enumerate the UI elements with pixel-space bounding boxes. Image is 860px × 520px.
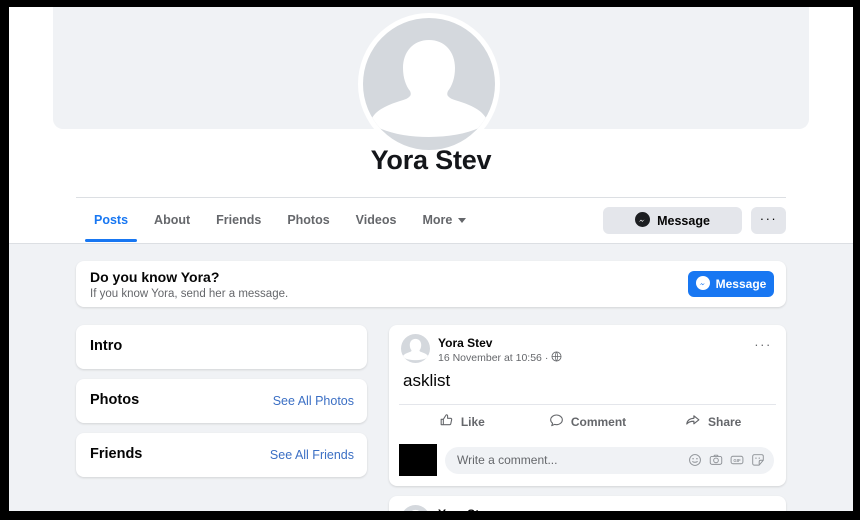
photos-title: Photos [90,392,139,408]
do-you-know-title: Do you know Yora? [90,269,219,285]
message-button[interactable]: Message [603,207,742,234]
post-action-bar: Like Comment [399,404,776,438]
messenger-icon [635,212,650,230]
post-author-name[interactable]: Yora Stev [438,336,492,350]
comment-input-icons: GIF [688,447,765,474]
tab-friends[interactable]: Friends [203,198,274,242]
default-female-avatar-icon [363,18,495,150]
svg-text:GIF: GIF [733,458,741,463]
share-button[interactable]: Share [650,405,776,438]
tab-posts[interactable]: Posts [81,198,141,242]
profile-body: Do you know Yora? If you know Yora, send… [9,244,853,511]
comment-input-placeholder: Write a comment... [457,453,557,467]
do-you-know-message-button[interactable]: Message [688,271,774,297]
post-author-name[interactable]: Yora Stev [438,507,492,511]
post-header: Yora Stev 16 November at 10:55 · ··· [389,496,786,511]
post-author-avatar[interactable] [401,334,430,363]
like-button[interactable]: Like [399,405,525,438]
profile-header: Yora Stev Posts About Friends Photos Vid… [9,7,853,244]
comment-button-label: Comment [571,415,626,429]
post-header: Yora Stev 16 November at 10:56 · ··· [389,325,786,371]
tab-more[interactable]: More [409,198,479,242]
comment-button[interactable]: Comment [525,405,651,438]
redacted-avatar-block [399,444,437,476]
messenger-icon [696,276,710,293]
globe-icon [551,351,562,365]
chevron-down-icon [458,218,466,223]
tab-about[interactable]: About [141,198,203,242]
nav-tabs: Posts About Friends Photos Videos More [81,198,479,243]
post-meta: 16 November at 10:56 · [438,351,562,365]
profile-avatar[interactable] [358,13,500,155]
profile-nav: Posts About Friends Photos Videos More [76,197,786,243]
page-title: Yora Stev [9,145,853,176]
tab-photos-label: Photos [287,213,329,227]
tab-videos[interactable]: Videos [343,198,410,242]
do-you-know-subtitle: If you know Yora, send her a message. [90,288,288,300]
screenshot-frame: Yora Stev Posts About Friends Photos Vid… [0,0,860,520]
tab-about-label: About [154,213,190,227]
do-you-know-card: Do you know Yora? If you know Yora, send… [76,261,786,307]
comment-input[interactable]: Write a comment... [445,447,774,474]
camera-icon[interactable] [709,453,723,467]
tab-more-label: More [422,213,452,227]
message-button-label: Message [657,214,710,228]
intro-title: Intro [90,338,122,354]
post-menu-button[interactable]: ··· [754,508,772,511]
post-item: Yora Stev 16 November at 10:55 · ··· [389,496,786,511]
sidebar-card-intro: Intro [76,325,367,369]
post-menu-button[interactable]: ··· [754,337,772,352]
profile-sidebar: Intro Photos See All Photos Friends See … [76,325,367,487]
post-timestamp[interactable]: 16 November at 10:56 [438,352,542,364]
post-meta-separator: · [545,352,549,364]
sidebar-card-friends: Friends See All Friends [76,433,367,477]
thumbs-up-icon [439,413,454,431]
sidebar-card-photos: Photos See All Photos [76,379,367,423]
share-arrow-icon [685,412,701,431]
post-item: Yora Stev 16 November at 10:56 · ··· [389,325,786,486]
post-content: asklist [389,371,786,404]
friends-title: Friends [90,446,142,462]
like-button-label: Like [461,415,485,429]
emoji-icon[interactable] [688,453,702,467]
sticker-icon[interactable] [751,453,765,467]
see-all-friends-link[interactable]: See All Friends [270,448,354,462]
gif-icon[interactable]: GIF [730,453,744,467]
header-actions: Message ··· [603,207,786,234]
do-you-know-message-label: Message [716,277,767,291]
tab-friends-label: Friends [216,213,261,227]
post-author-avatar[interactable] [401,505,430,511]
post-feed: Yora Stev 16 November at 10:56 · ··· [389,325,786,511]
tab-photos[interactable]: Photos [274,198,342,242]
see-all-photos-link[interactable]: See All Photos [273,394,354,408]
share-button-label: Share [708,415,741,429]
profile-overflow-button[interactable]: ··· [751,207,786,234]
tab-videos-label: Videos [356,213,397,227]
comment-composer: Write a comment... [389,438,786,486]
tab-posts-label: Posts [94,213,128,227]
comment-bubble-icon [549,413,564,431]
browser-viewport: Yora Stev Posts About Friends Photos Vid… [9,7,853,511]
